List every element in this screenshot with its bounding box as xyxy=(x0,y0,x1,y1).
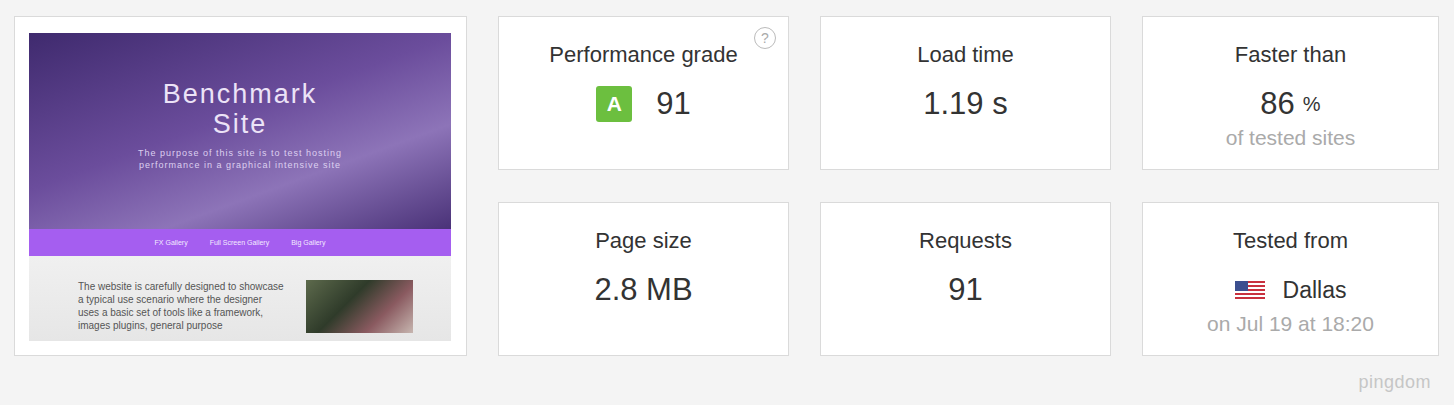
stat-value-row: A 91 xyxy=(596,85,690,123)
site-body: The website is carefully designed to sho… xyxy=(29,256,451,341)
stat-value: Dallas xyxy=(1283,272,1347,308)
stat-value: 91 xyxy=(948,272,982,308)
stat-card: Performance grade? A 91 xyxy=(498,16,789,170)
stat-card: Tested from Dallas on Jul 19 at 18:20 xyxy=(1142,202,1439,356)
stat-label: Faster than xyxy=(1235,41,1346,69)
help-icon[interactable]: ? xyxy=(754,27,776,49)
stat-value-row: Dallas xyxy=(1235,271,1347,309)
site-subtitle: The purpose of this site is to test host… xyxy=(115,147,365,171)
stat-note: of tested sites xyxy=(1226,125,1356,151)
stat-card: Faster than86%of tested sites xyxy=(1142,16,1439,170)
stat-value-row: 1.19 s xyxy=(923,85,1007,123)
nav-link[interactable]: FX Gallery xyxy=(155,239,188,246)
stat-value-row: 91 xyxy=(948,271,982,309)
stat-label: Performance grade xyxy=(549,41,737,69)
stat-value: 1.19 s xyxy=(923,86,1007,122)
screenshot-card: Benchmark Site The purpose of this site i… xyxy=(14,16,467,356)
stat-card: Page size 2.8 MB xyxy=(498,202,789,356)
footer: pingdom xyxy=(14,356,1439,393)
site-screenshot: Benchmark Site The purpose of this site i… xyxy=(29,33,451,341)
stat-value: 86 xyxy=(1260,86,1294,122)
stat-card: Load time 1.19 s xyxy=(820,16,1111,170)
stats-grid: Performance grade? A 91 Load time 1.19 s Fast… xyxy=(498,16,1439,356)
us-flag-icon xyxy=(1235,281,1265,299)
nav-link[interactable]: Full Screen Gallery xyxy=(210,239,270,246)
page: Benchmark Site The purpose of this site i… xyxy=(0,0,1454,405)
pingdom-logo: pingdom xyxy=(1358,372,1431,393)
site-title: Benchmark Site xyxy=(135,79,345,139)
gallery-image xyxy=(306,280,413,333)
site-nav: FX Gallery Full Screen Gallery Big Gallery xyxy=(29,229,451,256)
summary: Benchmark Site The purpose of this site i… xyxy=(14,16,1439,356)
stat-unit: % xyxy=(1303,93,1321,116)
stat-value-row: 2.8 MB xyxy=(594,271,692,309)
stat-value-row: 86% xyxy=(1260,85,1320,123)
stat-label: Tested from xyxy=(1233,227,1348,255)
stat-label: Load time xyxy=(917,41,1014,69)
stat-note: on Jul 19 at 18:20 xyxy=(1207,311,1374,337)
hero: Benchmark Site The purpose of this site i… xyxy=(29,33,451,229)
stat-label: Requests xyxy=(919,227,1012,255)
stat-label: Page size xyxy=(595,227,692,255)
stat-value: 91 xyxy=(656,86,690,122)
stat-card: Requests 91 xyxy=(820,202,1111,356)
grade-badge: A xyxy=(596,86,632,122)
nav-link[interactable]: Big Gallery xyxy=(291,239,325,246)
body-text: The website is carefully designed to sho… xyxy=(78,280,284,341)
stat-value: 2.8 MB xyxy=(594,272,692,308)
